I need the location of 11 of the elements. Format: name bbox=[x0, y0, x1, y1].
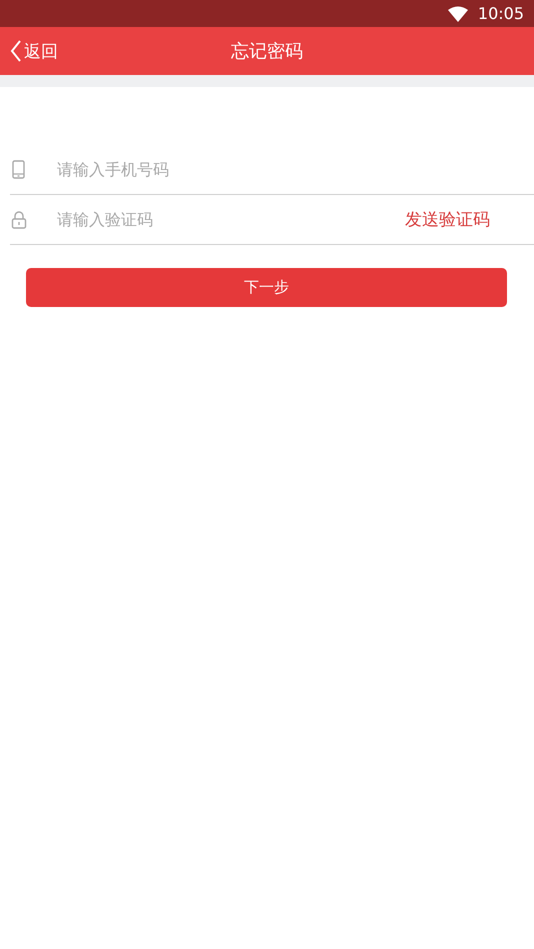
phone-icon bbox=[11, 160, 27, 180]
input-field[interactable]: 请输入手机号码 bbox=[57, 154, 534, 184]
lock-icon bbox=[11, 210, 27, 228]
back-button[interactable]: 返回 bbox=[10, 27, 58, 75]
next-button[interactable]: 下一步 bbox=[26, 268, 507, 307]
chevron-left-icon bbox=[10, 39, 22, 63]
send-code-link[interactable]: 发送验证码 bbox=[405, 208, 490, 231]
input-field[interactable]: 请输入验证码 bbox=[57, 204, 405, 234]
page-title: 忘记密码 bbox=[231, 40, 303, 63]
wifi-icon bbox=[448, 6, 468, 22]
status-time: 10:05 bbox=[478, 4, 524, 23]
